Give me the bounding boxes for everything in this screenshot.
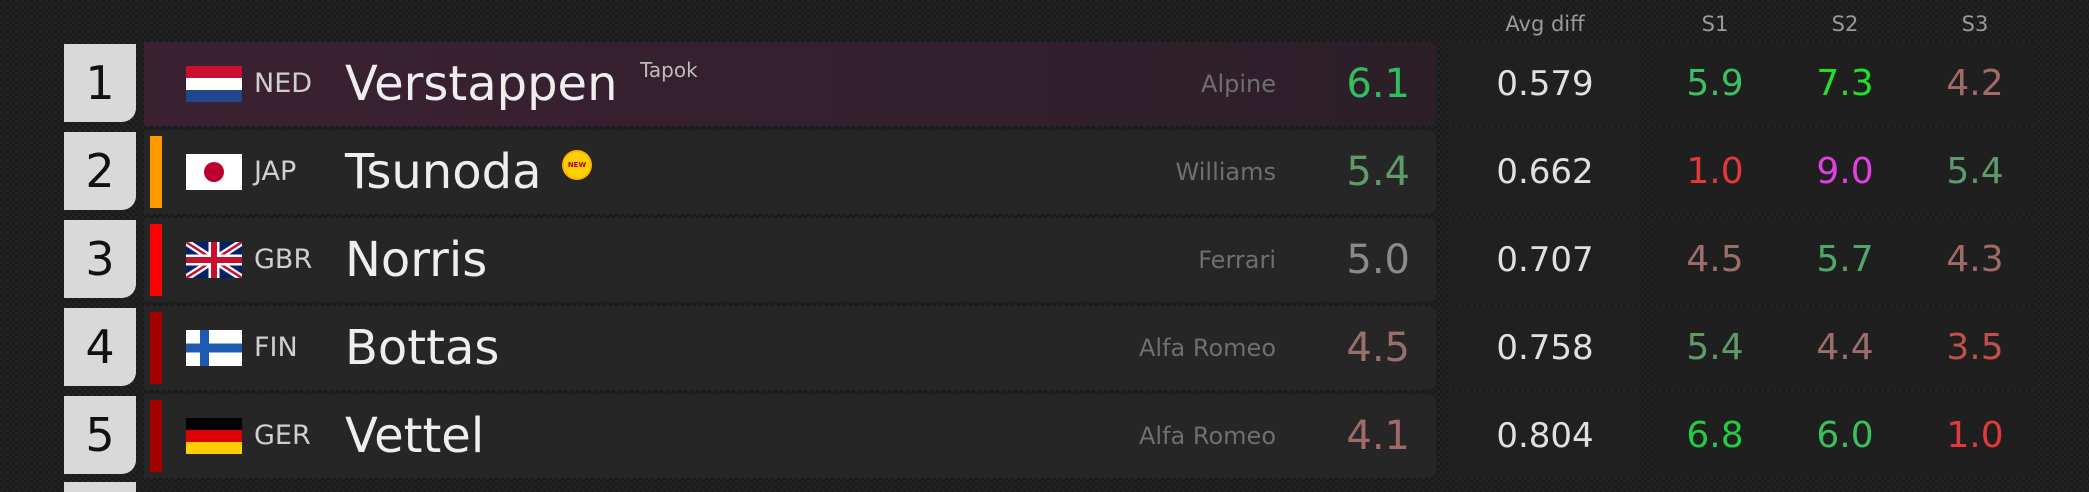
- driver-score: 5.0: [1346, 237, 1410, 283]
- new-badge-icon: NEW: [564, 152, 590, 178]
- germany-flag-icon: [186, 418, 242, 454]
- header-s2: S2: [1831, 12, 1859, 36]
- country-code: NED: [254, 68, 313, 99]
- driver-tag: Tapok: [640, 58, 698, 82]
- sector3-value: 3.5: [1946, 327, 2004, 368]
- sector2-value: 5.7: [1816, 239, 1874, 280]
- driver-score: 6.1: [1346, 61, 1410, 107]
- position-number: 5: [64, 396, 136, 474]
- standings-row[interactable]: 1 NED Verstappen Tapok Alpine 6.1 0.579 …: [0, 42, 2089, 126]
- header-avg-diff: Avg diff: [1505, 12, 1585, 36]
- team-name: Alpine: [1201, 70, 1276, 98]
- sector3-value: 4.2: [1946, 63, 2004, 104]
- driver-name: Vettel: [345, 408, 485, 464]
- country-code: JAP: [254, 156, 297, 187]
- sector1-value: 5.9: [1686, 63, 1744, 104]
- avg-diff-value: 0.707: [1496, 240, 1594, 280]
- team-color-bar: [150, 224, 162, 296]
- sector2-value: 4.4: [1816, 327, 1874, 368]
- driver-name: Norris: [345, 232, 488, 288]
- driver-score: 4.1: [1346, 413, 1410, 459]
- driver-name: Bottas: [345, 320, 500, 376]
- standings-row[interactable]: 4 FIN Bottas Alfa Romeo 4.5 0.758 5.4 4.…: [0, 306, 2089, 390]
- team-name: Ferrari: [1198, 246, 1276, 274]
- avg-diff-value: 0.804: [1496, 416, 1594, 456]
- header-s1: S1: [1701, 12, 1729, 36]
- sector3-value: 1.0: [1946, 415, 2004, 456]
- team-name: Williams: [1175, 158, 1276, 186]
- standings-row[interactable]: 2 JAP Tsunoda NEW Williams 5.4 0.662 1.0…: [0, 130, 2089, 214]
- team-name: Alfa Romeo: [1139, 422, 1276, 450]
- avg-diff-value: 0.758: [1496, 328, 1594, 368]
- team-color-bar: [150, 312, 162, 384]
- driver-name: Verstappen: [345, 56, 618, 112]
- sector1-value: 1.0: [1686, 151, 1744, 192]
- avg-diff-value: 0.579: [1496, 64, 1594, 104]
- team-name: Alfa Romeo: [1139, 334, 1276, 362]
- position-number: 4: [64, 308, 136, 386]
- netherlands-flag-icon: [186, 66, 242, 102]
- sector2-value: 6.0: [1816, 415, 1874, 456]
- japan-flag-icon: [186, 154, 242, 190]
- position-number: 2: [64, 132, 136, 210]
- sector1-value: 5.4: [1686, 327, 1744, 368]
- country-code: GER: [254, 420, 311, 451]
- sector2-value: 9.0: [1816, 151, 1874, 192]
- standings-row[interactable]: 5 GER Vettel Alfa Romeo 4.1 0.804 6.8 6.…: [0, 394, 2089, 478]
- driver-name: Tsunoda: [345, 144, 542, 200]
- header-s3: S3: [1961, 12, 1989, 36]
- sector3-value: 4.3: [1946, 239, 2004, 280]
- sector1-value: 6.8: [1686, 415, 1744, 456]
- sector2-value: 7.3: [1816, 63, 1874, 104]
- standings-row[interactable]: 3 GBR Norris Ferrari 5.0 0.707 4.5 5.7 4…: [0, 218, 2089, 302]
- sector1-value: 4.5: [1686, 239, 1744, 280]
- position-number: 1: [64, 44, 136, 122]
- driver-score: 5.4: [1346, 149, 1410, 195]
- finland-flag-icon: [186, 330, 242, 366]
- team-color-bar: [150, 400, 162, 472]
- avg-diff-value: 0.662: [1496, 152, 1594, 192]
- country-code: FIN: [254, 332, 298, 363]
- country-code: GBR: [254, 244, 313, 275]
- position-number: 3: [64, 220, 136, 298]
- sector3-value: 5.4: [1946, 151, 2004, 192]
- uk-flag-icon: [186, 242, 242, 278]
- team-color-bar: [150, 136, 162, 208]
- driver-score: 4.5: [1346, 325, 1410, 371]
- next-position-tab: [64, 482, 136, 492]
